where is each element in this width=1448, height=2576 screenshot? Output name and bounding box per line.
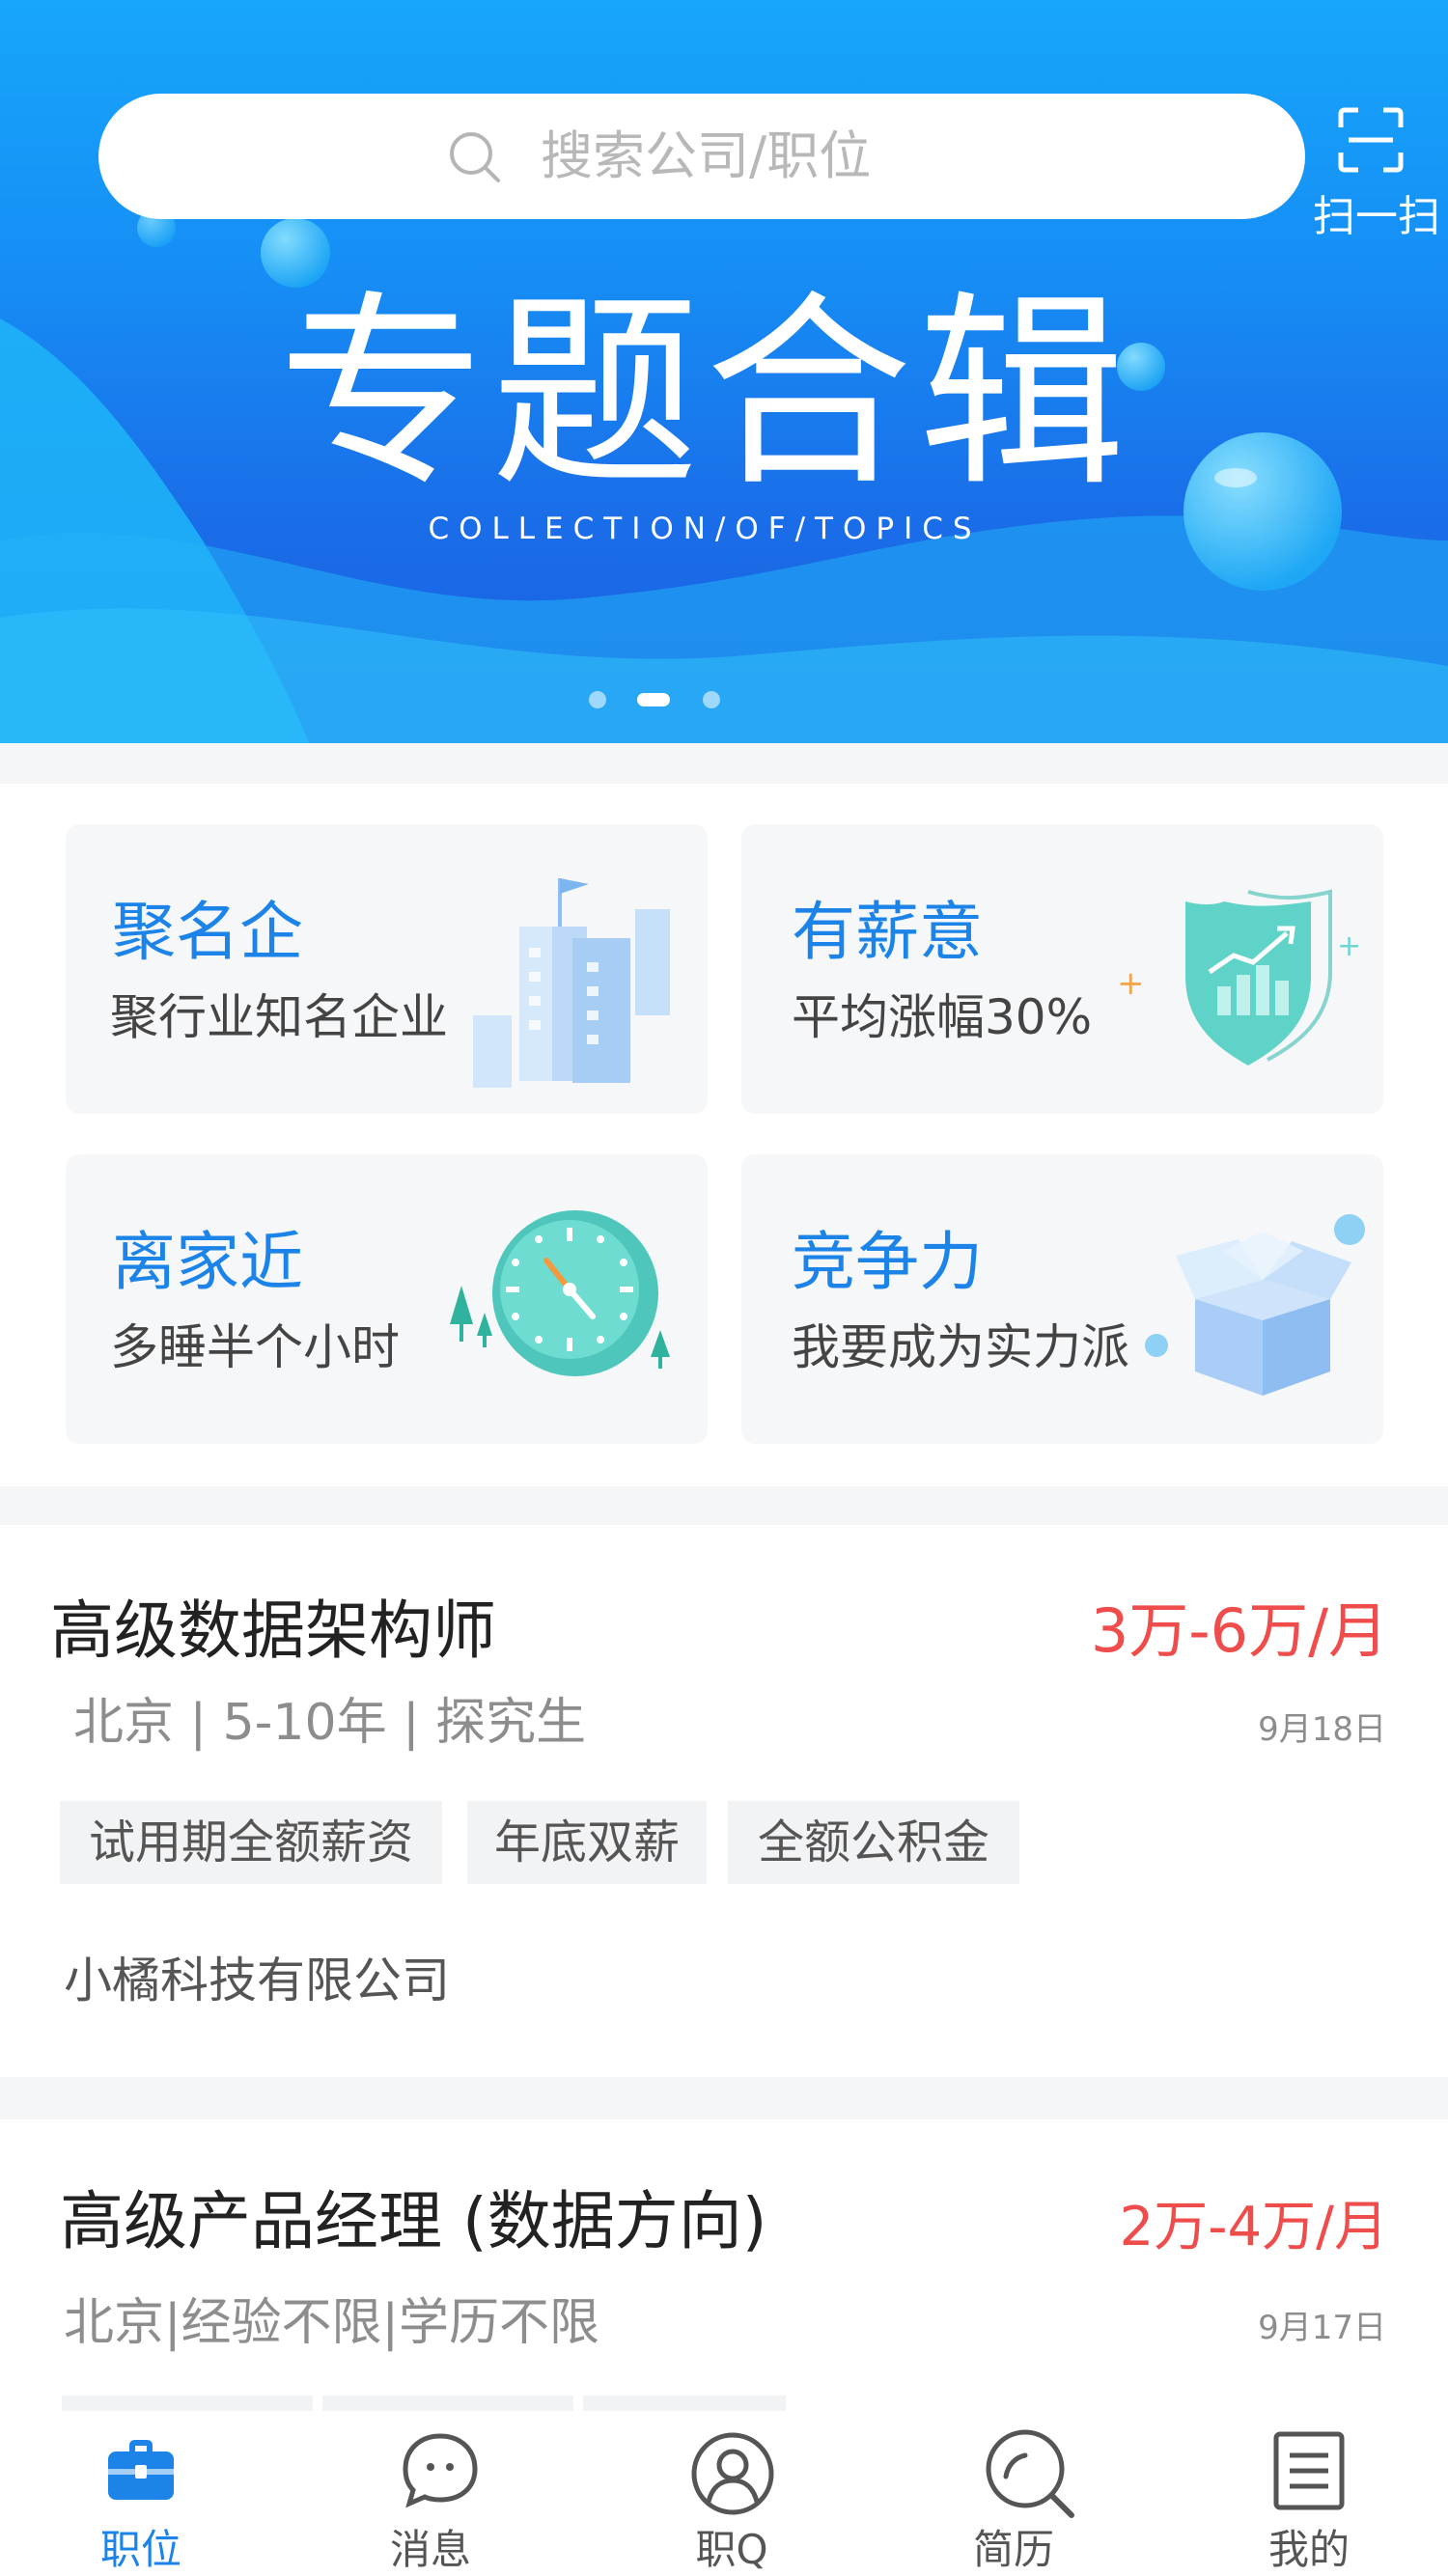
shield-growth-icon: + + — [1117, 889, 1361, 1066]
tab-label: 我的 — [1267, 2526, 1350, 2573]
job-salary: 2万-4万/月 — [1119, 2196, 1388, 2258]
search-placeholder: 搜索公司/职位 — [541, 125, 872, 186]
feature-subtitle: 我要成为实力派 — [792, 1319, 1129, 1375]
clock-icon — [450, 1210, 670, 1376]
chat-icon — [403, 2433, 478, 2508]
banner-title: 专题合辑 — [278, 272, 1131, 514]
bottom-tab-bar: 职位 消息 职Q 简历 我的 — [0, 2411, 1448, 2575]
company-name[interactable]: 小橘科技有限公司 — [64, 1950, 450, 2011]
carousel-dot[interactable] — [589, 691, 606, 708]
svg-text:+: + — [1117, 964, 1145, 1003]
feature-card-salary[interactable]: 有薪意 平均涨幅30% + + — [741, 824, 1383, 1114]
feature-title: 有薪意 — [792, 895, 983, 969]
feature-title: 离家近 — [112, 1225, 303, 1299]
search-bar[interactable]: 搜索公司/职位 — [98, 94, 1305, 219]
tab-zhiq[interactable]: 职Q — [589, 2411, 878, 2575]
buildings-icon — [473, 878, 670, 1088]
feature-subtitle: 平均涨幅30% — [792, 989, 1093, 1045]
scan-label: 扫一扫 — [1313, 192, 1440, 241]
tab-label: 简历 — [972, 2526, 1054, 2573]
search-resume-icon — [986, 2429, 1074, 2518]
document-icon — [1273, 2431, 1345, 2510]
job-title: 高级产品经理 (数据方向) — [60, 2184, 767, 2258]
tab-jobs[interactable]: 职位 — [0, 2411, 290, 2575]
tab-label: 消息 — [389, 2526, 471, 2573]
briefcase-icon — [108, 2440, 174, 2500]
user-icon — [691, 2432, 774, 2515]
job-date: 9月17日 — [1258, 2309, 1386, 2347]
section-divider — [0, 743, 1448, 784]
scan-icon — [1338, 107, 1404, 173]
feature-card-famous-companies[interactable]: 聚名企 聚行业知名企业 — [66, 824, 708, 1114]
tab-resume[interactable]: 简历 — [888, 2411, 1178, 2575]
section-divider — [0, 1486, 1448, 1525]
feature-subtitle: 聚行业知名企业 — [110, 989, 448, 1045]
topic-banner[interactable]: 搜索公司/职位 扫一扫 专题合辑 COLLECTION/OF/TOPICS — [0, 0, 1448, 743]
job-date: 9月18日 — [1258, 1710, 1386, 1749]
job-tag: 试用期全额薪资 — [60, 1801, 442, 1884]
feature-card-near-home[interactable]: 离家近 多睡半个小时 — [66, 1154, 708, 1444]
job-tag: 全额公积金 — [728, 1801, 1019, 1884]
scan-button[interactable]: 扫一扫 — [1305, 97, 1440, 241]
carousel-dot-active[interactable] — [637, 693, 670, 706]
tab-mine[interactable]: 我的 — [1168, 2411, 1448, 2575]
job-meta: 北京 | 5-10年 | 探究生 — [73, 1694, 587, 1752]
box-icon — [1145, 1214, 1365, 1396]
carousel-dot[interactable] — [703, 691, 720, 708]
job-meta: 北京|经验不限|学历不限 — [64, 2294, 600, 2352]
banner-subtitle: COLLECTION/OF/TOPICS — [428, 512, 982, 546]
feature-title: 聚名企 — [112, 895, 303, 969]
tab-label: 职位 — [99, 2526, 181, 2573]
feature-card-competitiveness[interactable]: 竞争力 我要成为实力派 — [741, 1154, 1383, 1444]
job-title: 高级数据架构师 — [50, 1593, 496, 1668]
job-salary: 3万-6万/月 — [1090, 1595, 1388, 1666]
tab-messages[interactable]: 消息 — [299, 2411, 589, 2575]
search-icon — [450, 132, 500, 182]
section-divider — [0, 2077, 1448, 2119]
svg-text:+: + — [1337, 929, 1361, 963]
feature-subtitle: 多睡半个小时 — [110, 1319, 400, 1375]
feature-title: 竞争力 — [792, 1225, 983, 1299]
tab-label: 职Q — [695, 2526, 768, 2573]
job-tag: 年底双薪 — [467, 1801, 707, 1884]
